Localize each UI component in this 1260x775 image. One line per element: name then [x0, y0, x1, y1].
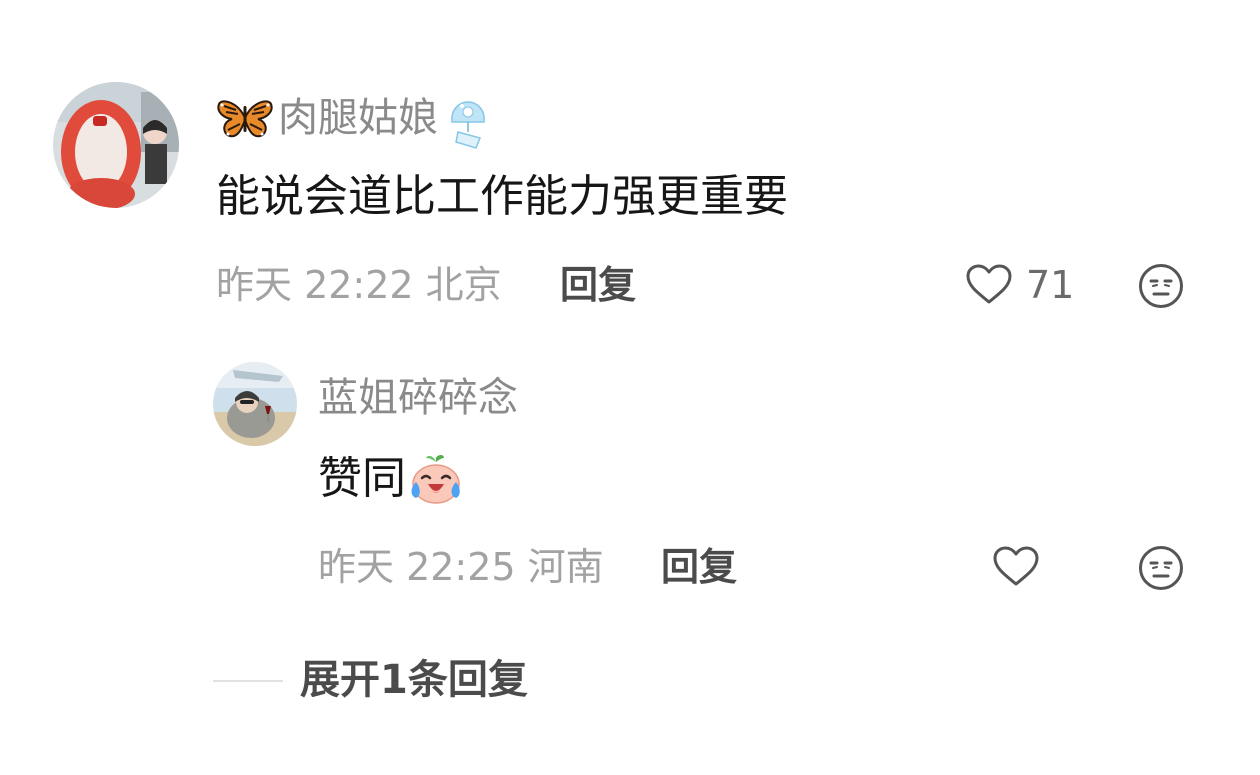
dislike-button[interactable] [1137, 544, 1185, 596]
butterfly-icon [216, 96, 274, 140]
heart-icon [991, 544, 1041, 590]
wind-chime-icon [444, 94, 492, 150]
reply-button[interactable]: 回复 [661, 544, 737, 590]
author-row: 肉腿姑娘 [216, 94, 492, 149]
reply-text-row: 赞同 [318, 452, 464, 506]
comment-text: 能说会道比工作能力强更重要 [216, 171, 788, 222]
comment-text: 赞同 [318, 453, 406, 504]
meh-face-icon [1137, 544, 1185, 592]
comment-meta: 昨天 22:22 北京 [216, 263, 502, 307]
author-name[interactable]: 蓝姐碎碎念 [318, 374, 518, 422]
meh-face-icon [1137, 262, 1185, 310]
dislike-button[interactable] [1137, 262, 1185, 314]
like-button[interactable]: 71 [964, 262, 1074, 308]
author-name[interactable]: 肉腿姑娘 [278, 94, 438, 142]
heart-icon [964, 262, 1014, 308]
divider [213, 680, 283, 682]
laughing-tears-emoji [408, 452, 464, 506]
like-button[interactable] [991, 544, 1041, 594]
avatar[interactable] [213, 362, 297, 446]
comment-meta: 昨天 22:25 河南 [318, 545, 604, 589]
like-count: 71 [1026, 263, 1075, 307]
avatar[interactable] [53, 82, 179, 208]
expand-replies-button[interactable]: 展开1条回复 [300, 656, 528, 704]
reply-button[interactable]: 回复 [560, 262, 636, 308]
